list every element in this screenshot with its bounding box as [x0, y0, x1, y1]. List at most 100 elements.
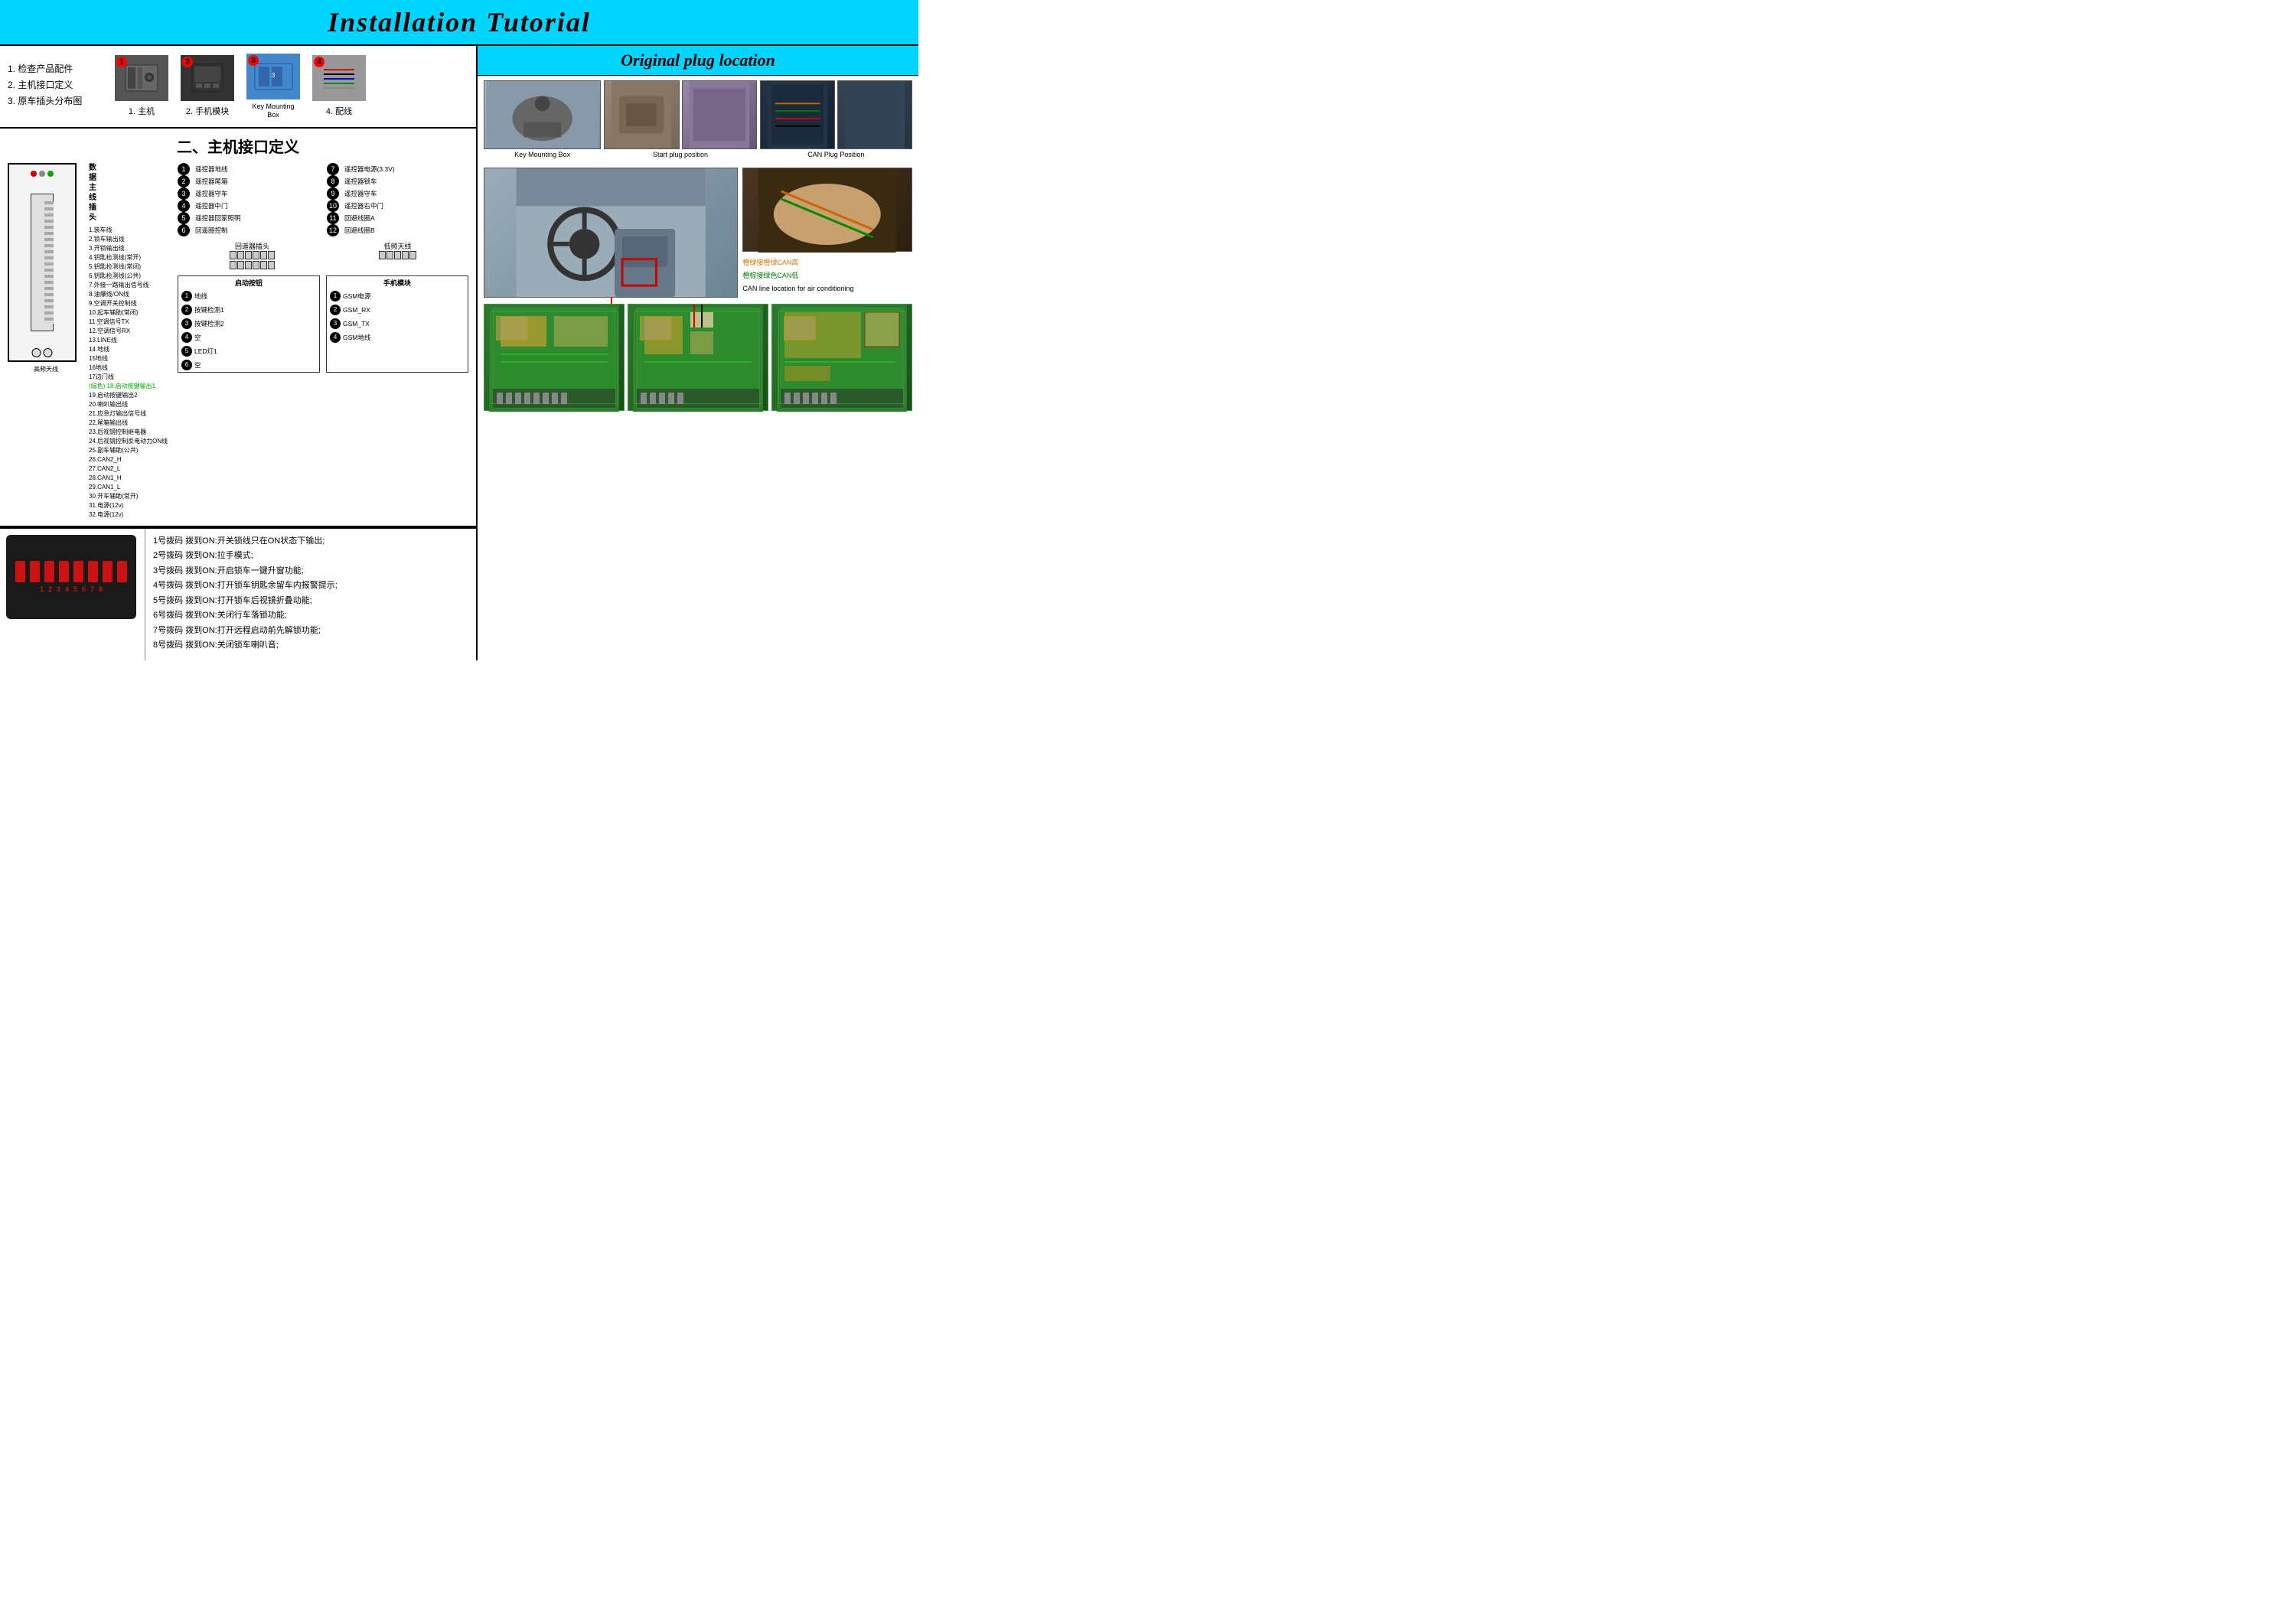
can-plug-section: CAN Plug Position: [760, 80, 912, 160]
start-num-2: 2: [181, 305, 192, 315]
start-button-group: 启动按钮 1 地线 2 按键检测1 3: [178, 275, 320, 373]
loop-plug-label: 回遥器插头: [230, 241, 275, 251]
checklist-item-2: 2. 主机接口定义: [8, 78, 107, 91]
right-panel: Original plug location: [478, 46, 918, 660]
unit-body: [31, 194, 54, 331]
pin-lf-3: [394, 251, 401, 259]
phone-num-4: 4: [330, 332, 341, 343]
page-title: Installation Tutorial: [0, 6, 918, 38]
wire-18: (绿色) 18.启动按键输出1: [89, 382, 173, 391]
start-plug-photo-1: [604, 80, 679, 149]
start-row-1: 1 地线: [178, 289, 319, 303]
wiring-icon: 4: [312, 55, 366, 101]
main-layout: 1. 检查产品配件 2. 主机接口定义 3. 原车插头分布图 1: [0, 46, 918, 660]
top-photos-row: Key Mounting Box: [478, 76, 918, 165]
conn-num-4: 4: [178, 200, 190, 212]
checklist-item-3: 3. 原车插头分布图: [8, 94, 107, 107]
pin-row-loop: [230, 251, 275, 259]
right-title: Original plug location: [482, 51, 914, 70]
conn-row-9: 9 遥控器守车: [327, 187, 468, 200]
phone-module-label: 2. 手机模块: [186, 107, 229, 116]
conn-row-3: 3 遥控器守车: [178, 187, 319, 200]
instruction-2: 2号拨码 拨到ON:拉手模式;: [153, 549, 468, 562]
pin-6: [268, 251, 275, 259]
pin-1: [230, 251, 236, 259]
wire-30: 30.开车辅助(常开): [89, 492, 173, 501]
can-orange-low-text: 橙棕接绿色CAN低: [742, 272, 798, 279]
conn-label-10: 遥控器右中门: [344, 201, 383, 210]
can-line-info: 橙绿接橙绿CAN高 橙棕接绿色CAN低 CAN line location fo…: [742, 168, 912, 298]
start-num-3: 3: [181, 318, 192, 329]
phone-num-3: 3: [330, 318, 341, 329]
can-orange-high: 橙绿接橙绿CAN高: [742, 257, 912, 267]
conn-label-2: 遥控器尾箱: [195, 177, 228, 186]
loop-plug-visual: 回遥器插头: [230, 241, 275, 271]
badge-3: 3: [248, 55, 259, 66]
conn-num-3: 3: [178, 187, 190, 200]
key-box-label: Key Mounting Box: [246, 103, 300, 119]
pin-8: [237, 261, 244, 269]
conn-num-6: 6: [178, 224, 190, 236]
start-label-6: 空: [194, 360, 201, 370]
instruction-6: 6号拨码 拨到ON:关闭行车落锁功能;: [153, 609, 468, 622]
instruction-8: 8号拨码 拨到ON:关闭锁车喇叭音;: [153, 639, 468, 652]
conn-label-6: 回遥圈控制: [195, 226, 228, 235]
dip-1: [15, 561, 25, 582]
wire-5: 5.钥匙检测线(常闭): [89, 262, 173, 272]
left-panel: 1. 检查产品配件 2. 主机接口定义 3. 原车插头分布图 1: [0, 46, 478, 660]
can-orange-high-text: 橙绿接橙绿CAN高: [742, 259, 798, 266]
dot-green: [47, 171, 54, 177]
right-connectors: 1 遥控器地线 2 遥控器尾箱 3 遥控器守车: [178, 163, 468, 373]
pin-strip: [44, 201, 54, 324]
dip-numbers: 1 2 3 4 5 6 7 8: [40, 585, 103, 593]
car-interior-section: 橙绿接橙绿CAN高 橙棕接绿色CAN低 CAN line location fo…: [478, 165, 918, 301]
phone-num-1: 1: [330, 291, 341, 301]
dip-n-2: 2: [48, 585, 52, 593]
wire-31: 31.电源(12v): [89, 501, 173, 510]
wire-22: 22.尾箱输出线: [89, 419, 173, 428]
conn-label-3: 遥控器守车: [195, 189, 228, 198]
dip-8: [117, 561, 127, 582]
wire-2: 2.锁车输出线: [89, 235, 173, 244]
pin-10: [253, 261, 259, 269]
components-section: 1. 检查产品配件 2. 主机接口定义 3. 原车插头分布图 1: [0, 46, 476, 129]
low-freq-visual: 低频天线: [379, 241, 416, 271]
board-3: [771, 304, 912, 411]
dip-6: [88, 561, 98, 582]
conn-label-11: 回避线圈A: [344, 213, 375, 223]
dot-gray: [39, 171, 45, 177]
badge-2: 2: [182, 57, 193, 67]
wire-lines-list: 1.装车线 2.锁车输出线 3.开锁输出线 4.钥匙检测线(常开) 5.钥匙检测…: [89, 226, 173, 520]
wire-15: 15地线: [89, 354, 173, 363]
wire-9: 9.空调开关控制线: [89, 299, 173, 308]
boards-section: [478, 301, 918, 414]
start-label-4: 空: [194, 333, 201, 342]
wire-20: 20.喇叭输出线: [89, 400, 173, 409]
dip-n-1: 1: [40, 585, 44, 593]
right-content: Key Mounting Box: [478, 76, 918, 414]
conn-num-11: 11: [327, 212, 339, 224]
conn-label-7: 遥控器电源(3.3V): [344, 165, 395, 174]
circle-r: [44, 348, 53, 357]
low-freq-label: 低频天线: [379, 241, 416, 251]
phone-row-2: 2 GSM_RX: [327, 303, 468, 317]
pin-7: [230, 261, 236, 269]
pin-3: [245, 251, 252, 259]
conn-num-9: 9: [327, 187, 339, 200]
wiring-label: 4. 配线: [326, 107, 352, 116]
pin-11: [260, 261, 267, 269]
start-row-4: 4 空: [178, 331, 319, 344]
conn-row-4: 4 遥控器中门: [178, 200, 319, 212]
start-label-2: 按键检测1: [194, 305, 224, 314]
wire-28: 28.CAN1_H: [89, 474, 173, 483]
wire-17: 17边门线: [89, 373, 173, 382]
wire-29: 29.CAN1_L: [89, 483, 173, 492]
pin-row-lf: [379, 251, 416, 259]
interface-title: 二、主机接口定义: [8, 135, 468, 157]
start-num-1: 1: [181, 291, 192, 301]
board-2: [628, 304, 768, 411]
start-plug-photo-2: [682, 80, 757, 149]
connector-visuals: 回遥器插头: [178, 241, 468, 271]
bottom-section: 1 2 3 4 5 6 7 8 1号拨码 拨到ON:开关锁线只在ON状态下输出;: [0, 527, 476, 660]
start-button-title: 启动按钮: [178, 276, 319, 289]
